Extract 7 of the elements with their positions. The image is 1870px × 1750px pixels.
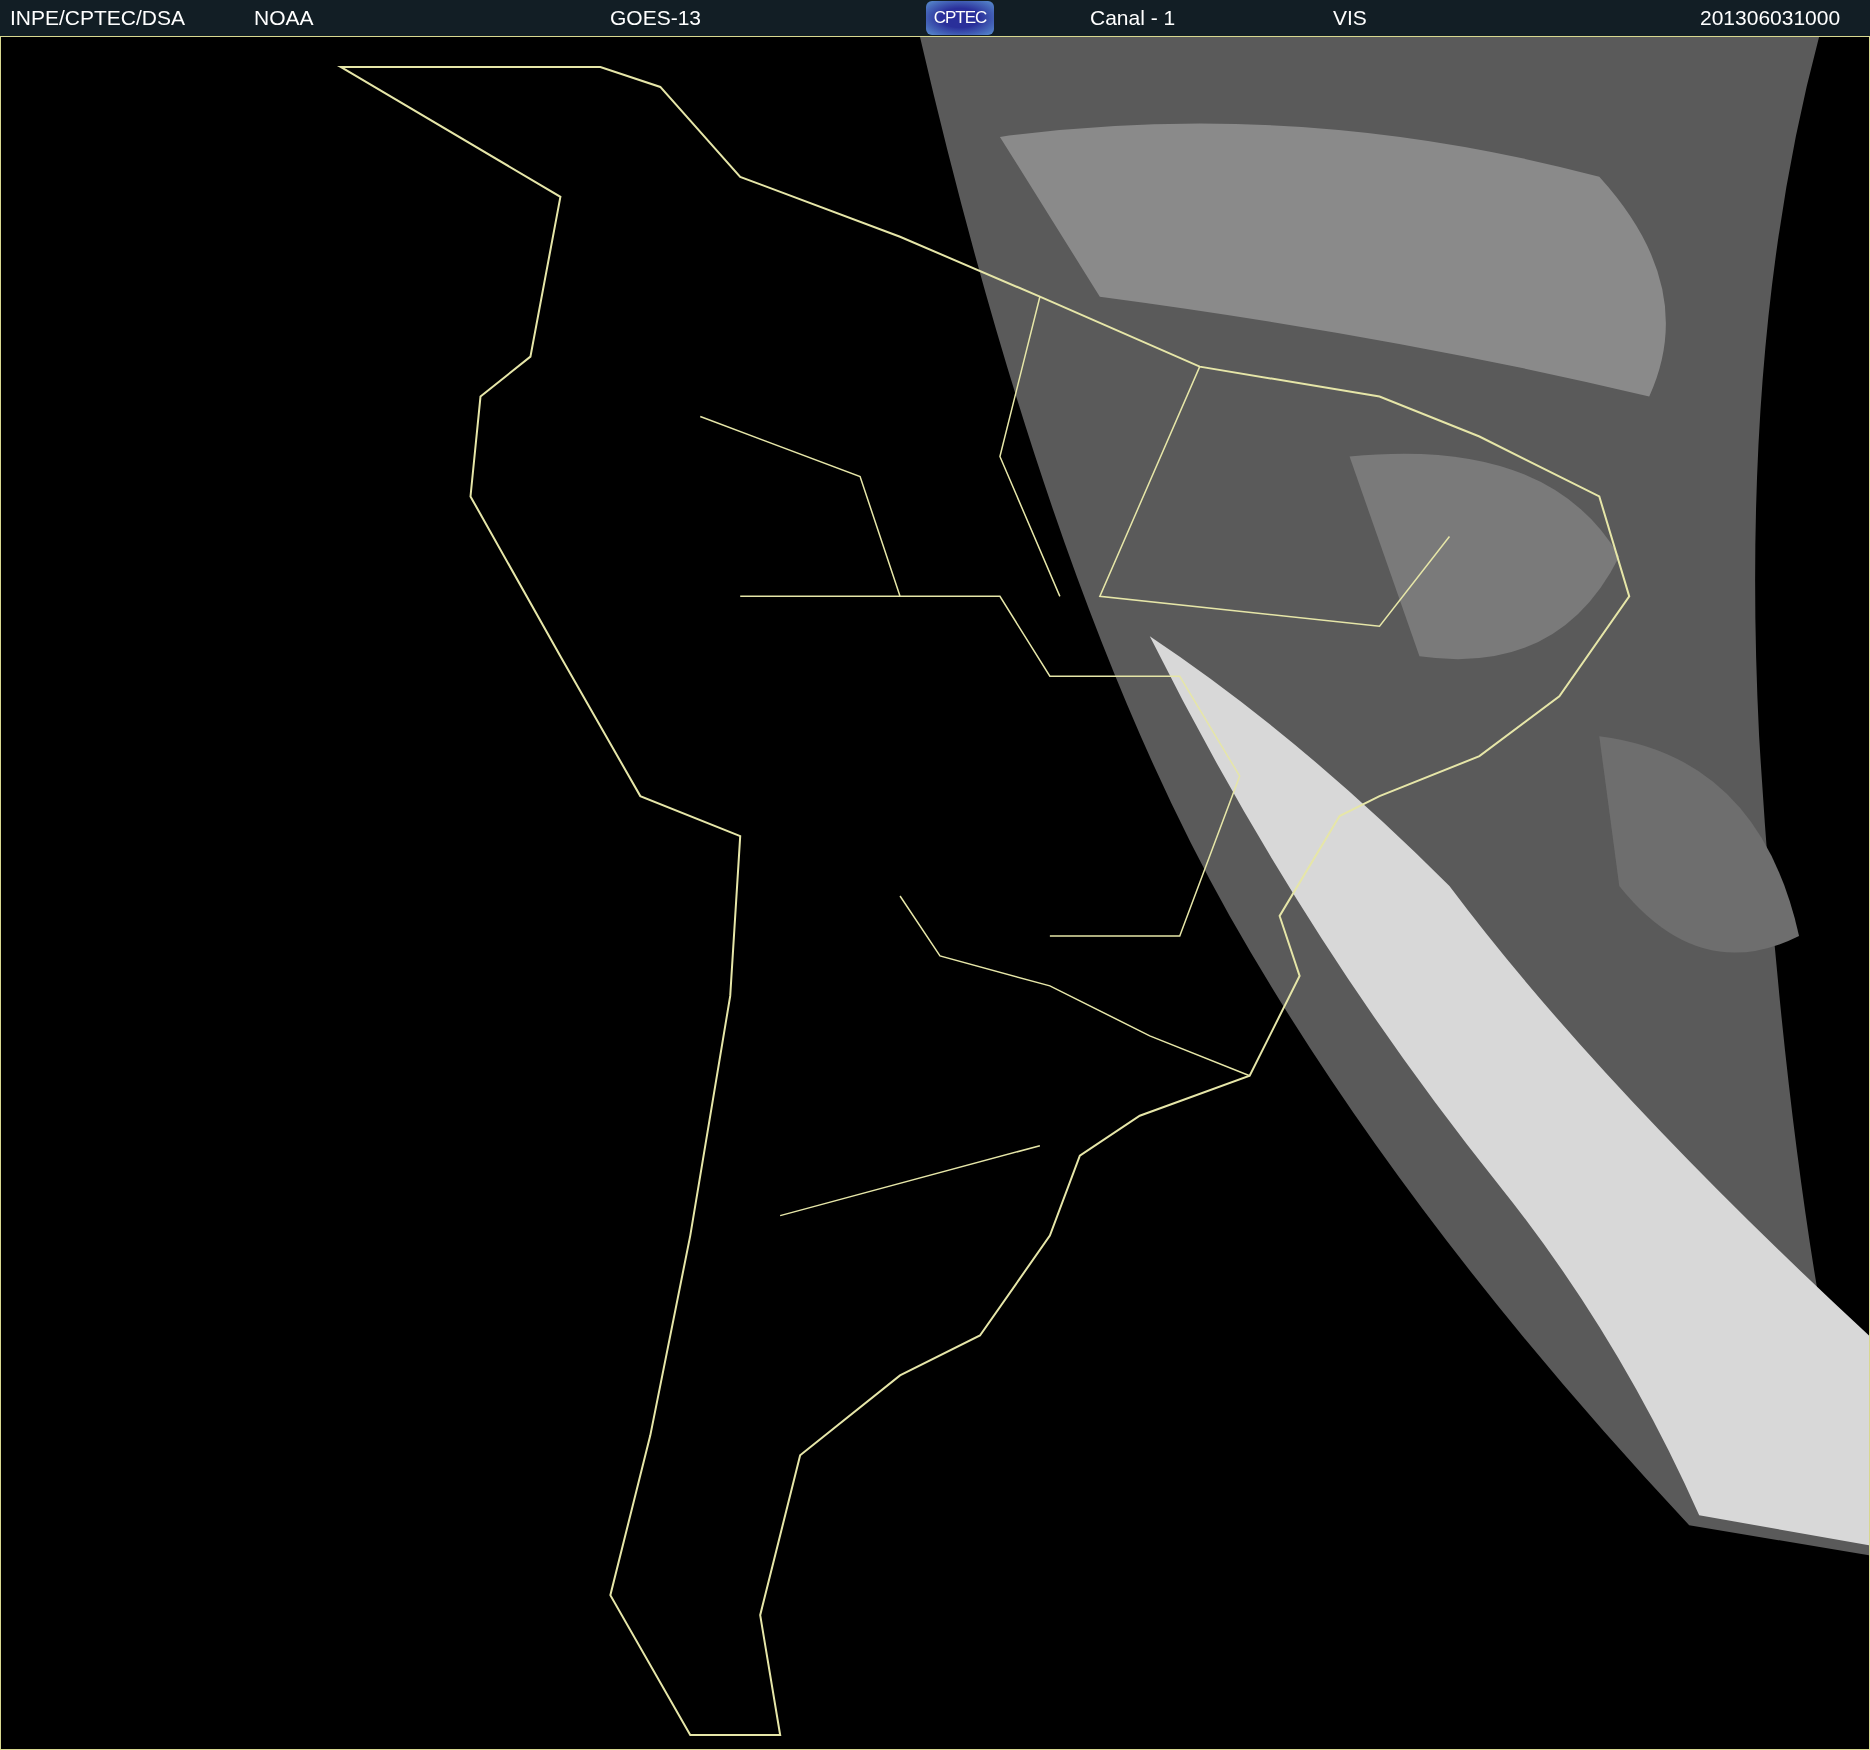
header-label: GOES-13 [610, 6, 702, 30]
header-label: 201306031000 [1700, 6, 1841, 30]
header-label: INPE/CPTEC/DSA [10, 6, 186, 30]
header-label: NOAA [254, 6, 314, 30]
logo: CPTEC [926, 1, 994, 35]
header-label: VIS [1333, 6, 1367, 30]
header-label: Canal - 1 [1090, 6, 1176, 30]
